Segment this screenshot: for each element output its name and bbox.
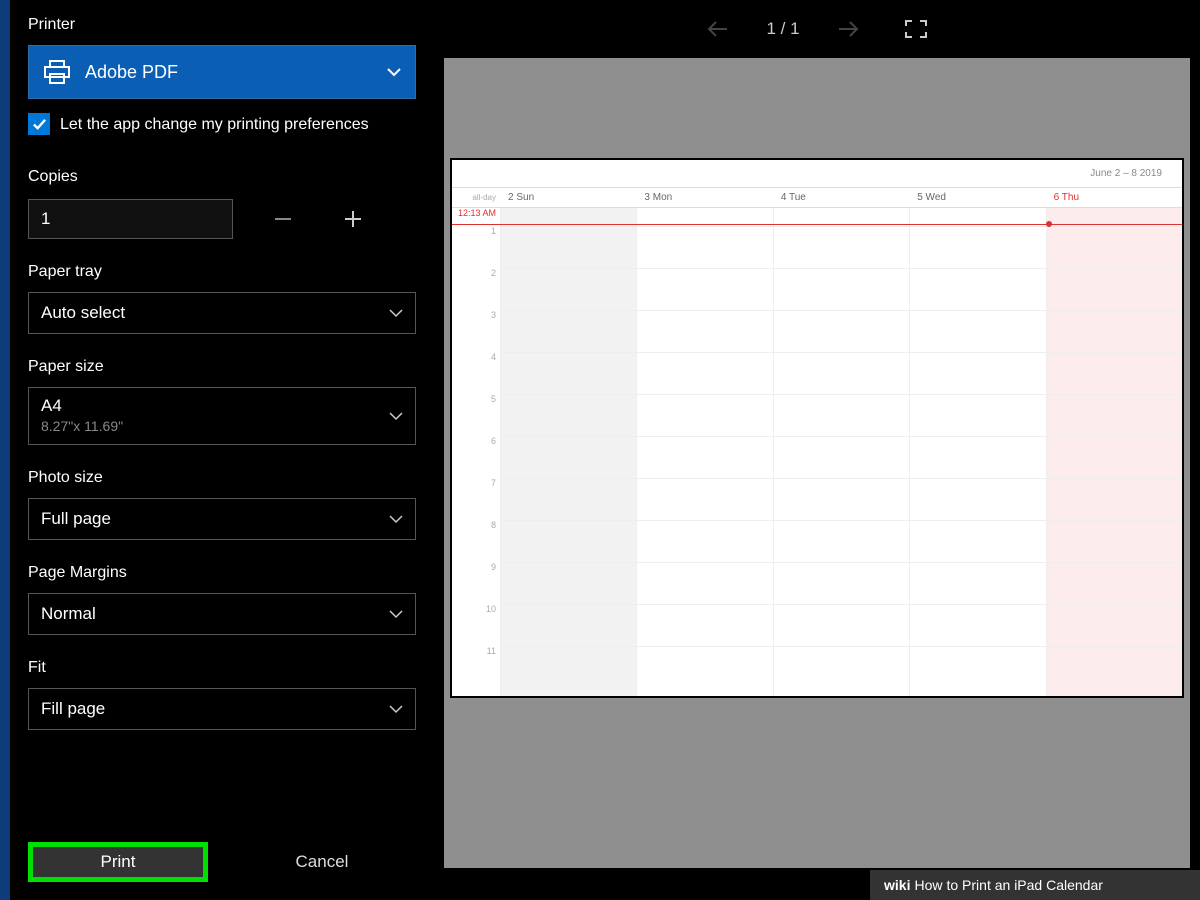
printer-label: Printer (28, 16, 416, 34)
page-indicator: 1 / 1 (766, 19, 799, 39)
copies-input[interactable] (28, 199, 233, 239)
fit-to-window-button[interactable] (902, 20, 930, 38)
watermark-title: to Print an iPad Calendar (946, 877, 1102, 893)
plus-icon (342, 208, 364, 230)
calendar-day-header-today: 6 Thu (1046, 188, 1182, 207)
chevron-down-icon (387, 67, 401, 77)
cancel-button[interactable]: Cancel (232, 842, 412, 882)
fit-label: Fit (28, 659, 416, 677)
chevron-down-icon (389, 609, 403, 619)
print-button[interactable]: Print (28, 842, 208, 882)
calendar-hour-label: 4 (452, 352, 500, 394)
printer-name: Adobe PDF (85, 62, 373, 83)
checkmark-icon (32, 117, 47, 132)
calendar-now-indicator-icon (1046, 221, 1052, 227)
copies-increment[interactable] (333, 199, 373, 239)
minus-icon (272, 208, 294, 230)
paper-tray-value: Auto select (41, 303, 389, 323)
fullscreen-icon (905, 20, 927, 38)
calendar-day-column-today (1046, 208, 1182, 696)
print-preview-area: 1 / 1 June 2 – 8 2019 all-day 2 Sun 3 Mo… (434, 0, 1200, 900)
calendar-day-column (909, 208, 1045, 696)
calendar-hour-label: 1 (452, 226, 500, 268)
arrow-right-icon (837, 20, 859, 38)
calendar-hour-label: 9 (452, 562, 500, 604)
calendar-hour-label: 3 (452, 310, 500, 352)
printer-icon (43, 60, 71, 84)
watermark-footer: wikiHow to Print an iPad Calendar (870, 870, 1200, 900)
next-page-button[interactable] (834, 20, 862, 38)
preview-toolbar: 1 / 1 (434, 0, 1200, 58)
copies-decrement[interactable] (263, 199, 303, 239)
fit-select[interactable]: Fill page (28, 688, 416, 730)
paper-size-dimensions: 8.27"x 11.69" (41, 416, 389, 436)
calendar-hour-label: 5 (452, 394, 500, 436)
arrow-left-icon (707, 20, 729, 38)
preferences-checkbox[interactable] (28, 113, 50, 135)
calendar-day-column (500, 208, 636, 696)
preview-canvas: June 2 – 8 2019 all-day 2 Sun 3 Mon 4 Tu… (444, 58, 1190, 868)
photo-size-select[interactable]: Full page (28, 498, 416, 540)
watermark-wiki: wiki (884, 877, 910, 893)
print-options-panel: Printer Adobe PDF Let the app change my … (10, 0, 434, 900)
calendar-day-header: 3 Mon (636, 188, 772, 207)
chevron-down-icon (389, 514, 403, 524)
calendar-allday-label: all-day (452, 188, 500, 207)
calendar-day-column (773, 208, 909, 696)
fit-value: Fill page (41, 699, 389, 719)
calendar-hour-label: 8 (452, 520, 500, 562)
calendar-day-column (636, 208, 772, 696)
calendar-hour-label: 7 (452, 478, 500, 520)
calendar-hour-label: 6 (452, 436, 500, 478)
chevron-down-icon (389, 704, 403, 714)
calendar-day-header: 2 Sun (500, 188, 636, 207)
page-margins-select[interactable]: Normal (28, 593, 416, 635)
printer-select[interactable]: Adobe PDF (28, 45, 416, 99)
paper-size-label: Paper size (28, 358, 416, 376)
preferences-checkbox-label: Let the app change my printing preferenc… (60, 113, 369, 136)
chevron-down-icon (389, 308, 403, 318)
calendar-title: June 2 – 8 2019 (452, 160, 1182, 188)
calendar-now-line (452, 224, 1182, 225)
photo-size-value: Full page (41, 509, 389, 529)
paper-tray-select[interactable]: Auto select (28, 292, 416, 334)
photo-size-label: Photo size (28, 469, 416, 487)
copies-label: Copies (28, 168, 416, 186)
page-margins-label: Page Margins (28, 564, 416, 582)
chevron-down-icon (389, 411, 403, 421)
calendar-hour-label: 11 (452, 646, 500, 688)
calendar-day-header: 5 Wed (909, 188, 1045, 207)
paper-tray-label: Paper tray (28, 263, 416, 281)
calendar-day-header: 4 Tue (773, 188, 909, 207)
calendar-time-gutter: 12:13 AM 1 2 3 4 5 6 7 8 9 10 11 (452, 208, 500, 696)
watermark-how: How (914, 877, 942, 893)
paper-size-select[interactable]: A4 8.27"x 11.69" (28, 387, 416, 445)
preview-page: June 2 – 8 2019 all-day 2 Sun 3 Mon 4 Tu… (450, 158, 1184, 698)
page-margins-value: Normal (41, 604, 389, 624)
window-accent-edge (0, 0, 10, 900)
paper-size-value: A4 (41, 396, 389, 416)
calendar-hour-label: 10 (452, 604, 500, 646)
prev-page-button[interactable] (704, 20, 732, 38)
calendar-hour-label: 2 (452, 268, 500, 310)
